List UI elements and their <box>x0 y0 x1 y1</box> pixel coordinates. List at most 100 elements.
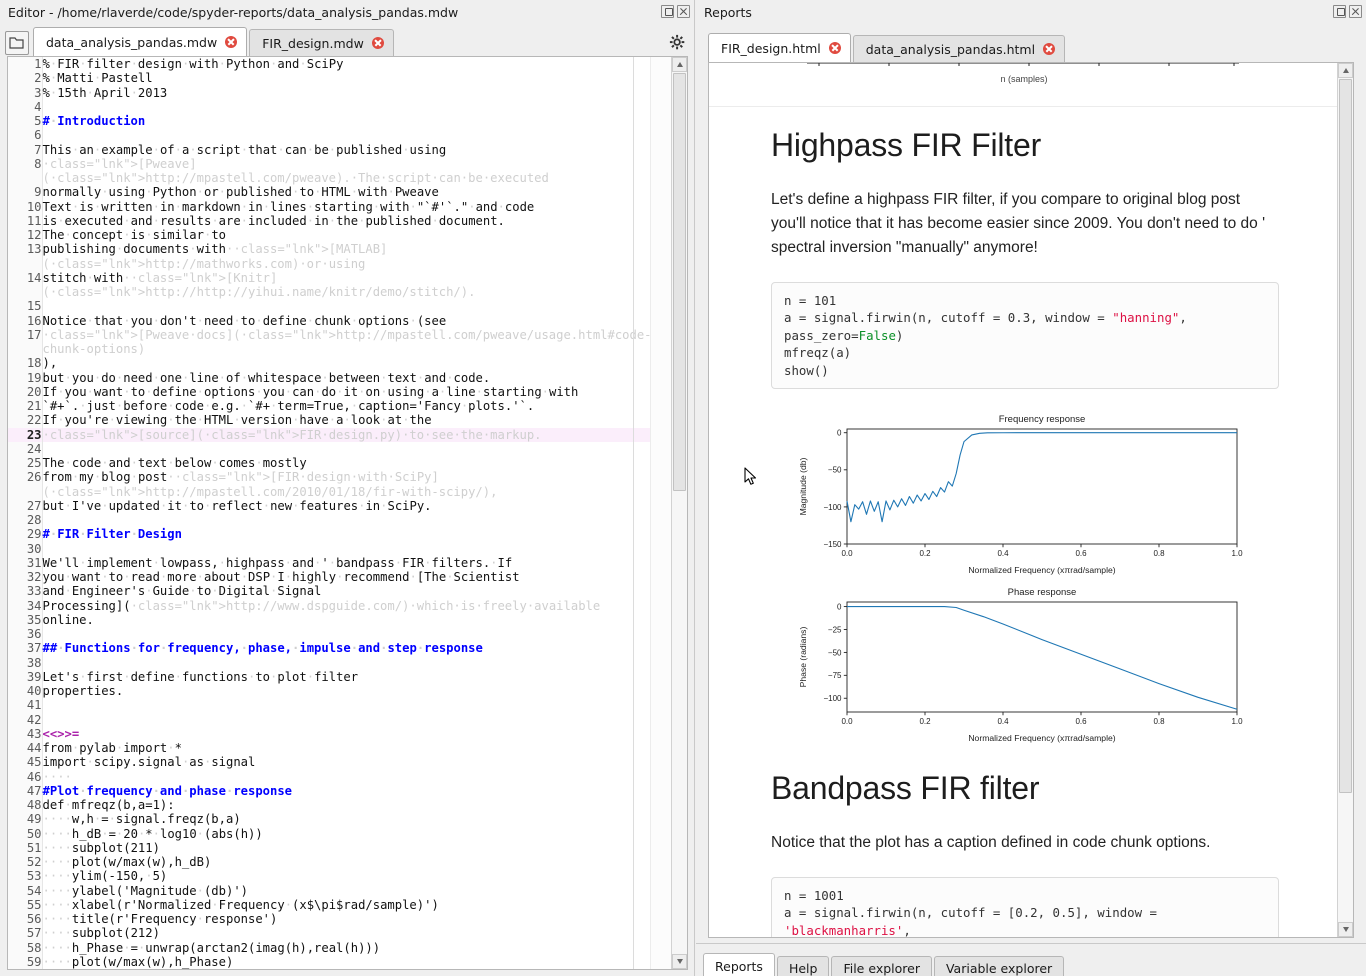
editor-code-line[interactable]: 39Let's·first·define·functions·to·plot·f… <box>8 670 668 684</box>
editor-line-text[interactable]: The·code·and·text·below·comes·mostly <box>42 456 668 470</box>
editor-code-line[interactable]: 52····plot(w/max(w),h_dB) <box>8 855 668 869</box>
editor-line-text[interactable]: stitch·with··class="lnk">[Knitr](·class=… <box>42 271 668 300</box>
editor-line-text[interactable]: ····plot(w/max(w),h_Phase) <box>42 955 668 969</box>
editor-code-line[interactable]: 7This·an·example·of·a·script·that·can·be… <box>8 143 668 157</box>
editor-code-line[interactable]: 49····w,h·=·signal.freqz(b,a) <box>8 812 668 826</box>
reports-close-button[interactable] <box>1349 5 1362 18</box>
scroll-down-arrow-icon[interactable] <box>672 954 687 969</box>
editor-code-line[interactable]: 50····h_dB·=·20·*·log10·(abs(h)) <box>8 827 668 841</box>
editor-line-text[interactable]: `#+`.·just·before·code·e.g.·`#+·term=Tru… <box>42 399 668 413</box>
editor-line-text[interactable]: %·FIR·filter·design·with·Python·and·SciP… <box>42 57 668 71</box>
editor-line-text[interactable]: ····ylabel('Magnitude·(db)') <box>42 884 668 898</box>
reports-undock-button[interactable] <box>1333 5 1346 18</box>
editor-line-text[interactable]: properties. <box>42 684 668 698</box>
editor-code-line[interactable]: 56····title(r'Frequency·response') <box>8 912 668 926</box>
editor-text-area[interactable]: 1%·FIR·filter·design·with·Python·and·Sci… <box>7 56 688 970</box>
editor-line-text[interactable]: publishing·documents·with··class="lnk">[… <box>42 242 668 271</box>
editor-line-text[interactable]: ····title(r'Frequency·response') <box>42 912 668 926</box>
editor-code-line[interactable]: 13publishing·documents·with··class="lnk"… <box>8 242 668 271</box>
editor-code-line[interactable]: 27but·I've·updated·it·to·reflect·new·fea… <box>8 499 668 513</box>
editor-code-line[interactable]: 21`#+`.·just·before·code·e.g.·`#+·term=T… <box>8 399 668 413</box>
editor-line-text[interactable] <box>42 128 668 142</box>
editor-code-line[interactable]: 33and·Engineer's·Guide·to·Digital·Signal <box>8 584 668 598</box>
browse-tabs-button[interactable] <box>5 31 29 55</box>
editor-line-text[interactable]: %·Matti·Pastell <box>42 71 668 85</box>
editor-line-text[interactable]: %·15th·April·2013 <box>42 86 668 100</box>
report-scroll-thumb[interactable] <box>1339 79 1352 793</box>
editor-line-text[interactable] <box>42 713 668 727</box>
editor-tab-fir-design[interactable]: FIR_design.mdw <box>249 29 394 56</box>
editor-code-line[interactable]: 24 <box>8 442 668 456</box>
editor-line-text[interactable] <box>42 698 668 712</box>
editor-line-text[interactable]: ···· <box>42 770 668 784</box>
editor-code-line[interactable]: 23·class="lnk">[source](·class="lnk">FIR… <box>8 428 668 442</box>
editor-line-text[interactable]: ·class="lnk">[source](·class="lnk">FIR·d… <box>42 428 668 442</box>
editor-line-text[interactable]: <<>>= <box>42 727 668 741</box>
editor-code-line[interactable]: 19but·you·do·need·one·line·of·whitespace… <box>8 371 668 385</box>
editor-code-line[interactable]: 2%·Matti·Pastell <box>8 71 668 85</box>
editor-code-line[interactable]: 26from·my·blog·post··class="lnk">[FIR·de… <box>8 470 668 499</box>
editor-line-text[interactable]: We'll·implement·lowpass,·highpass·and·'·… <box>42 556 668 570</box>
editor-line-text[interactable]: ····h_dB·=·20·*·log10·(abs(h)) <box>42 827 668 841</box>
editor-code-line[interactable]: 11is·executed·and·results·are·included·i… <box>8 214 668 228</box>
scroll-up-arrow-icon[interactable] <box>672 57 687 72</box>
editor-line-text[interactable]: If·you·want·to·define·options·you·can·do… <box>42 385 668 399</box>
editor-line-text[interactable]: from·pylab·import·* <box>42 741 668 755</box>
editor-line-text[interactable]: #·FIR·Filter·Design <box>42 527 668 541</box>
editor-code-line[interactable]: 59····plot(w/max(w),h_Phase) <box>8 955 668 969</box>
editor-line-text[interactable]: def·mfreqz(b,a=1): <box>42 798 668 812</box>
editor-line-text[interactable]: you·want·to·read·more·about·DSP·I·highly… <box>42 570 668 584</box>
editor-window-buttons[interactable] <box>661 5 690 18</box>
editor-line-text[interactable]: #Plot·frequency·and·phase·response <box>42 784 668 798</box>
editor-code-line[interactable]: 55····xlabel(r'Normalized·Frequency·(x$\… <box>8 898 668 912</box>
editor-line-text[interactable]: This·an·example·of·a·script·that·can·be·… <box>42 143 668 157</box>
editor-code-line[interactable]: 37##·Functions·for·frequency,·phase,·imp… <box>8 641 668 655</box>
editor-line-text[interactable]: is·executed·and·results·are·included·in·… <box>42 214 668 228</box>
editor-code-line[interactable]: 47#Plot·frequency·and·phase·response <box>8 784 668 798</box>
editor-line-text[interactable]: import·scipy.signal·as·signal <box>42 755 668 769</box>
editor-line-text[interactable]: ····ylim(-150,·5) <box>42 869 668 883</box>
editor-line-text[interactable]: Processing](·class="lnk">http://www.dspg… <box>42 599 668 613</box>
editor-line-text[interactable]: #·Introduction <box>42 114 668 128</box>
scroll-down-arrow-icon[interactable] <box>1338 922 1353 937</box>
editor-code-line[interactable]: 9normally·using·Python·or·published·to·H… <box>8 185 668 199</box>
report-vertical-scrollbar[interactable] <box>1337 63 1353 937</box>
editor-code-line[interactable]: 10Text·is·written·in·markdown·in·lines·s… <box>8 200 668 214</box>
editor-line-text[interactable] <box>42 542 668 556</box>
report-tab-data-analysis-html[interactable]: data_analysis_pandas.html <box>853 35 1065 62</box>
editor-line-text[interactable]: ····subplot(212) <box>42 926 668 940</box>
scroll-up-arrow-icon[interactable] <box>1338 63 1353 78</box>
editor-code-line[interactable]: 1%·FIR·filter·design·with·Python·and·Sci… <box>8 57 668 71</box>
editor-outline-strip[interactable] <box>650 57 671 969</box>
editor-line-text[interactable] <box>42 627 668 641</box>
editor-code-line[interactable]: 44from·pylab·import·* <box>8 741 668 755</box>
editor-code-line[interactable]: 57····subplot(212) <box>8 926 668 940</box>
editor-code-line[interactable]: 12The·concept·is·similar·to <box>8 228 668 242</box>
editor-code-line[interactable]: 15 <box>8 299 668 313</box>
editor-code-line[interactable]: 48def·mfreqz(b,a=1): <box>8 798 668 812</box>
editor-line-text[interactable]: ····plot(w/max(w),h_dB) <box>42 855 668 869</box>
editor-tab-close-icon[interactable] <box>372 37 384 49</box>
editor-line-text[interactable]: ·class="lnk">[Pweave](·class="lnk">http:… <box>42 157 668 186</box>
editor-line-text[interactable]: ·class="lnk">[Pweave·docs](·class="lnk">… <box>42 328 668 357</box>
editor-line-text[interactable]: Text·is·written·in·markdown·in·lines·sta… <box>42 200 668 214</box>
editor-code-line[interactable]: 29#·FIR·Filter·Design <box>8 527 668 541</box>
editor-line-text[interactable]: normally·using·Python·or·published·to·HT… <box>42 185 668 199</box>
dock-tab-variable-explorer[interactable]: Variable explorer <box>934 956 1064 976</box>
editor-line-text[interactable]: ····subplot(211) <box>42 841 668 855</box>
editor-code-line[interactable]: 53····ylim(-150,·5) <box>8 869 668 883</box>
gear-icon[interactable] <box>669 34 687 52</box>
editor-code-line[interactable]: 3%·15th·April·2013 <box>8 86 668 100</box>
editor-line-text[interactable] <box>42 299 668 313</box>
editor-code-line[interactable]: 28 <box>8 513 668 527</box>
editor-code-line[interactable]: 25The·code·and·text·below·comes·mostly <box>8 456 668 470</box>
dock-tab-help[interactable]: Help <box>777 956 830 976</box>
editor-code-line[interactable]: 4 <box>8 100 668 114</box>
editor-code-line[interactable]: 42 <box>8 713 668 727</box>
editor-code-line[interactable]: 20If·you·want·to·define·options·you·can·… <box>8 385 668 399</box>
editor-tab-data-analysis[interactable]: data_analysis_pandas.mdw <box>33 27 247 56</box>
editor-code-line[interactable]: 18), <box>8 356 668 370</box>
editor-line-text[interactable]: Let's·first·define·functions·to·plot·fil… <box>42 670 668 684</box>
editor-line-text[interactable]: from·my·blog·post··class="lnk">[FIR·desi… <box>42 470 668 499</box>
editor-code-line[interactable]: 6 <box>8 128 668 142</box>
